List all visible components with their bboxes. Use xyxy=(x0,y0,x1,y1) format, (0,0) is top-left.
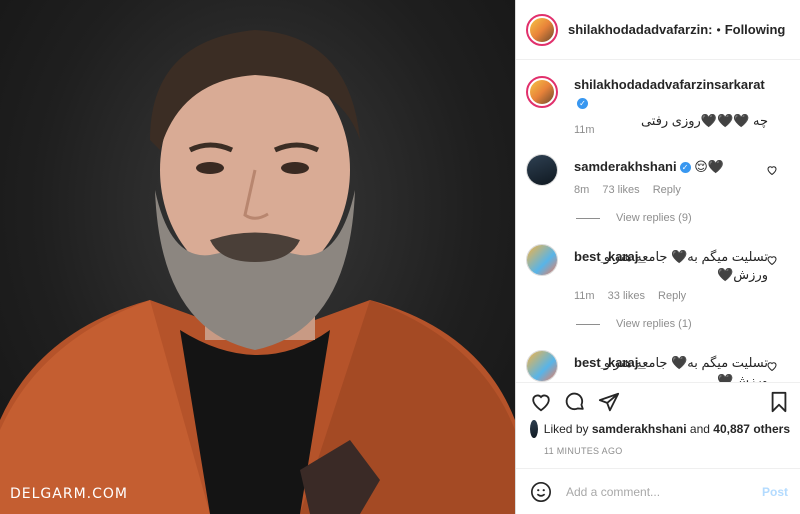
like-comment-heart-icon[interactable] xyxy=(766,254,778,266)
comment-avatar[interactable] xyxy=(526,154,558,186)
post-header: shilakhodadadvafarzin: • Following xyxy=(516,0,800,60)
caption-username[interactable]: shilakhodadadvafarzinsarkarat xyxy=(574,77,765,92)
smiley-icon[interactable] xyxy=(530,481,552,503)
comment-meta: 11m 33 likes Reply xyxy=(574,290,696,302)
liked-by-user[interactable]: samderakhshani xyxy=(592,422,687,436)
post-photo[interactable]: DELGARM.COM xyxy=(0,0,515,514)
add-comment-bar: Post xyxy=(516,468,800,514)
comment-time: 11m xyxy=(574,290,595,302)
comment-time: 8m xyxy=(574,184,590,196)
caption-meta: 11m xyxy=(574,124,605,136)
comment-meta: 8m 73 likes Reply xyxy=(574,184,691,196)
verified-icon: ✓ xyxy=(679,162,691,174)
heart-icon[interactable] xyxy=(530,391,552,413)
comment-likes[interactable]: 33 likes xyxy=(608,290,645,302)
liked-by-middle: and xyxy=(689,422,710,436)
portrait-illustration xyxy=(0,30,515,514)
like-comment-heart-icon[interactable] xyxy=(766,164,778,176)
comment-icon[interactable] xyxy=(564,391,586,413)
comment-avatar[interactable] xyxy=(526,244,558,276)
view-replies-button[interactable]: View replies (1) xyxy=(576,318,692,330)
like-comment-heart-icon[interactable] xyxy=(766,360,778,372)
post-timestamp: 11 MINUTES AGO xyxy=(544,446,623,456)
likes-count[interactable]: 40,887 others xyxy=(713,422,790,436)
comment-likes[interactable]: 73 likes xyxy=(602,184,639,196)
author-username[interactable]: shilakhodadadvafarzin: xyxy=(568,22,712,37)
comment-text: تسلیت میگم به🖤 جامعه هنر و ورزش🖤 xyxy=(603,249,768,282)
view-replies-button[interactable]: View replies (9) xyxy=(576,212,692,224)
comment-avatar[interactable] xyxy=(526,350,558,382)
author-avatar[interactable] xyxy=(526,13,558,46)
bookmark-icon[interactable] xyxy=(768,391,790,413)
view-replies-label: View replies (9) xyxy=(616,212,692,224)
likes-summary: Liked by samderakhshani and 40,887 other… xyxy=(530,420,790,438)
share-icon[interactable] xyxy=(598,391,620,413)
following-button[interactable]: Following xyxy=(725,22,786,37)
comments-list[interactable]: shilakhodadadvafarzinsarkarat✓ چه 🖤🖤🖤روز… xyxy=(516,60,800,382)
liker-avatar[interactable] xyxy=(530,420,538,438)
watermark-text: DELGARM.COM xyxy=(10,486,128,502)
comment-input[interactable] xyxy=(564,483,762,500)
verified-icon: ✓ xyxy=(577,98,588,110)
action-bar xyxy=(516,382,800,421)
post-sidebar: shilakhodadadvafarzin: • Following shila… xyxy=(515,0,800,514)
caption-avatar[interactable] xyxy=(526,76,558,108)
comment-text: 😌🖤 xyxy=(694,159,724,174)
comment-text: تسلیت میگم به🖤 جامعه هنر و ورزش🖤 xyxy=(603,355,768,382)
post-button[interactable]: Post xyxy=(762,485,788,499)
reply-button[interactable]: Reply xyxy=(653,184,681,196)
caption-time: 11m xyxy=(574,124,595,136)
comment-username[interactable]: samderakhshani xyxy=(574,159,677,174)
header-separator: • xyxy=(716,22,721,37)
reply-button[interactable]: Reply xyxy=(658,290,686,302)
liked-by-prefix: Liked by xyxy=(543,422,589,436)
view-replies-label: View replies (1) xyxy=(616,318,692,330)
